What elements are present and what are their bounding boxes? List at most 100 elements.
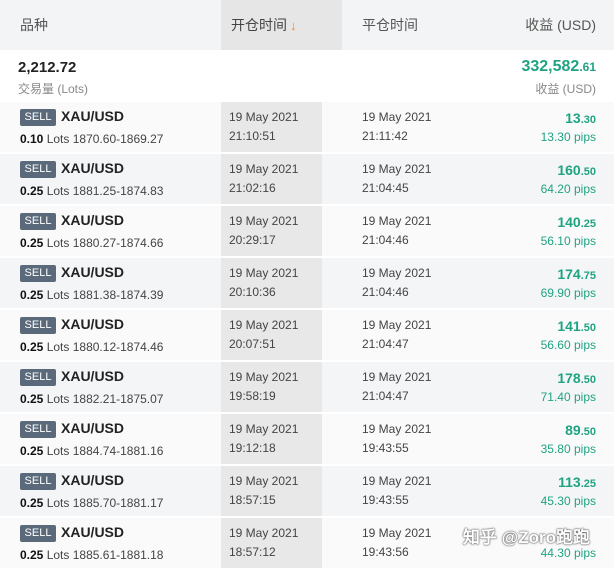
trade-pips: 35.80 pips (540, 442, 596, 456)
open-time: 20:29:17 (229, 233, 276, 247)
table-row[interactable]: SELL XAU/USD 0.25 Lots 1881.38-1874.39 1… (0, 256, 614, 308)
trade-pips: 71.40 pips (540, 390, 596, 404)
header-instrument[interactable]: 品种 (20, 0, 48, 50)
price-range: 1870.60-1869.27 (72, 132, 164, 146)
close-time: 21:04:46 (362, 285, 409, 299)
trade-pnl-main: 89 (565, 422, 581, 438)
header-open-time[interactable]: 开仓时间 ↓ (221, 0, 342, 50)
lots-unit: Lots (46, 288, 70, 302)
price-range: 1885.61-1881.18 (72, 548, 164, 562)
trade-pips: 45.30 pips (540, 494, 596, 508)
trade-pips: 69.90 pips (540, 286, 596, 300)
open-date: 19 May 2021 (229, 474, 299, 488)
close-date: 19 May 2021 (362, 266, 432, 280)
price-range: 1880.12-1874.46 (72, 340, 164, 354)
table-row[interactable]: SELL XAU/USD 0.25 Lots 1882.21-1875.07 1… (0, 360, 614, 412)
table-row[interactable]: SELL XAU/USD 0.25 Lots 1881.25-1874.83 1… (0, 152, 614, 204)
close-date: 19 May 2021 (362, 318, 432, 332)
total-pnl: 332,582.61 (521, 58, 596, 76)
side-badge: SELL (20, 161, 56, 178)
trade-pips: 13.30 pips (540, 130, 596, 144)
lots-unit: Lots (46, 132, 70, 146)
lots-unit: Lots (46, 548, 70, 562)
close-time: 21:04:45 (362, 181, 409, 195)
symbol: XAU/USD (61, 368, 125, 384)
side-badge: SELL (20, 317, 56, 334)
table-row[interactable]: SELL XAU/USD 0.25 Lots 1885.70-1881.17 1… (0, 464, 614, 516)
close-time: 21:04:47 (362, 337, 409, 351)
trade-list: SELL XAU/USD 0.10 Lots 1870.60-1869.27 1… (0, 100, 614, 568)
open-date: 19 May 2021 (229, 162, 299, 176)
symbol: XAU/USD (61, 316, 125, 332)
lots-unit: Lots (46, 392, 70, 406)
side-badge: SELL (20, 213, 56, 230)
side-badge: SELL (20, 525, 56, 542)
lots-unit: Lots (46, 236, 70, 250)
lot-size: 0.25 (20, 288, 44, 302)
open-time: 20:10:36 (229, 285, 276, 299)
trade-pnl-cents: .25 (580, 218, 596, 230)
open-time: 20:07:51 (229, 337, 276, 351)
open-date: 19 May 2021 (229, 318, 299, 332)
trade-pips: 56.60 pips (540, 338, 596, 352)
symbol: XAU/USD (61, 264, 125, 280)
symbol: XAU/USD (61, 108, 125, 124)
symbol: XAU/USD (61, 472, 125, 488)
price-range: 1881.38-1874.39 (72, 288, 164, 302)
trade-pnl-cents: .50 (580, 374, 596, 386)
close-time: 21:11:42 (362, 129, 408, 143)
close-time: 21:04:47 (362, 389, 409, 403)
trade-pnl-main: 174 (557, 266, 581, 282)
lots-info: 0.25 Lots 1880.12-1874.46 (20, 340, 163, 354)
total-pnl-main: 332,582 (521, 58, 580, 75)
header-pnl[interactable]: 收益 (USD) (525, 0, 596, 50)
summary-row: 2,212.72 交易量 (Lots) 332,582.61 收益 (USD) (0, 50, 614, 100)
lot-size: 0.10 (20, 132, 44, 146)
symbol: XAU/USD (61, 212, 125, 228)
open-date: 19 May 2021 (229, 422, 299, 436)
lot-size: 0.25 (20, 548, 44, 562)
trade-pips: 56.10 pips (540, 234, 596, 248)
lots-info: 0.25 Lots 1880.27-1874.66 (20, 236, 163, 250)
close-time: 19:43:56 (362, 545, 409, 559)
trade-pnl: 160.50 (557, 162, 596, 178)
close-date: 19 May 2021 (362, 526, 432, 540)
close-time: 21:04:46 (362, 233, 409, 247)
close-time: 19:43:55 (362, 441, 409, 455)
lots-info: 0.10 Lots 1870.60-1869.27 (20, 132, 163, 146)
side-badge: SELL (20, 109, 56, 126)
open-time: 19:12:18 (229, 441, 276, 455)
lots-info: 0.25 Lots 1885.61-1881.18 (20, 548, 163, 562)
open-time: 21:02:16 (229, 181, 276, 195)
table-row[interactable]: SELL XAU/USD 0.25 Lots 1880.27-1874.66 1… (0, 204, 614, 256)
open-time: 19:58:19 (229, 389, 276, 403)
table-header: 品种 开仓时间 ↓ 平仓时间 收益 (USD) (0, 0, 614, 50)
price-range: 1882.21-1875.07 (72, 392, 164, 406)
sort-down-icon: ↓ (290, 18, 297, 33)
lot-size: 0.25 (20, 340, 44, 354)
open-time: 21:10:51 (229, 129, 276, 143)
lot-size: 0.25 (20, 444, 44, 458)
lots-unit: Lots (46, 444, 70, 458)
trade-pnl-main: 141 (557, 318, 581, 334)
close-date: 19 May 2021 (362, 370, 432, 384)
table-row[interactable]: SELL XAU/USD 0.10 Lots 1870.60-1869.27 1… (0, 100, 614, 152)
lots-info: 0.25 Lots 1882.21-1875.07 (20, 392, 163, 406)
symbol: XAU/USD (61, 420, 125, 436)
price-range: 1885.70-1881.17 (72, 496, 164, 510)
header-close-time[interactable]: 平仓时间 (362, 0, 418, 50)
total-pnl-label: 收益 (USD) (535, 82, 596, 96)
table-row[interactable]: SELL XAU/USD 0.25 Lots 1880.12-1874.46 1… (0, 308, 614, 360)
close-date: 19 May 2021 (362, 214, 432, 228)
table-row[interactable]: SELL XAU/USD 0.25 Lots 1884.74-1881.16 1… (0, 412, 614, 464)
lots-info: 0.25 Lots 1885.70-1881.17 (20, 496, 163, 510)
open-time: 18:57:15 (229, 493, 276, 507)
lots-unit: Lots (46, 340, 70, 354)
close-date: 19 May 2021 (362, 422, 432, 436)
trade-pnl-main: 113 (558, 474, 581, 490)
side-badge: SELL (20, 421, 56, 438)
lots-info: 0.25 Lots 1884.74-1881.16 (20, 444, 163, 458)
total-pnl-cents: .61 (579, 60, 596, 74)
total-volume-label: 交易量 (Lots) (18, 82, 89, 96)
open-date: 19 May 2021 (229, 110, 299, 124)
